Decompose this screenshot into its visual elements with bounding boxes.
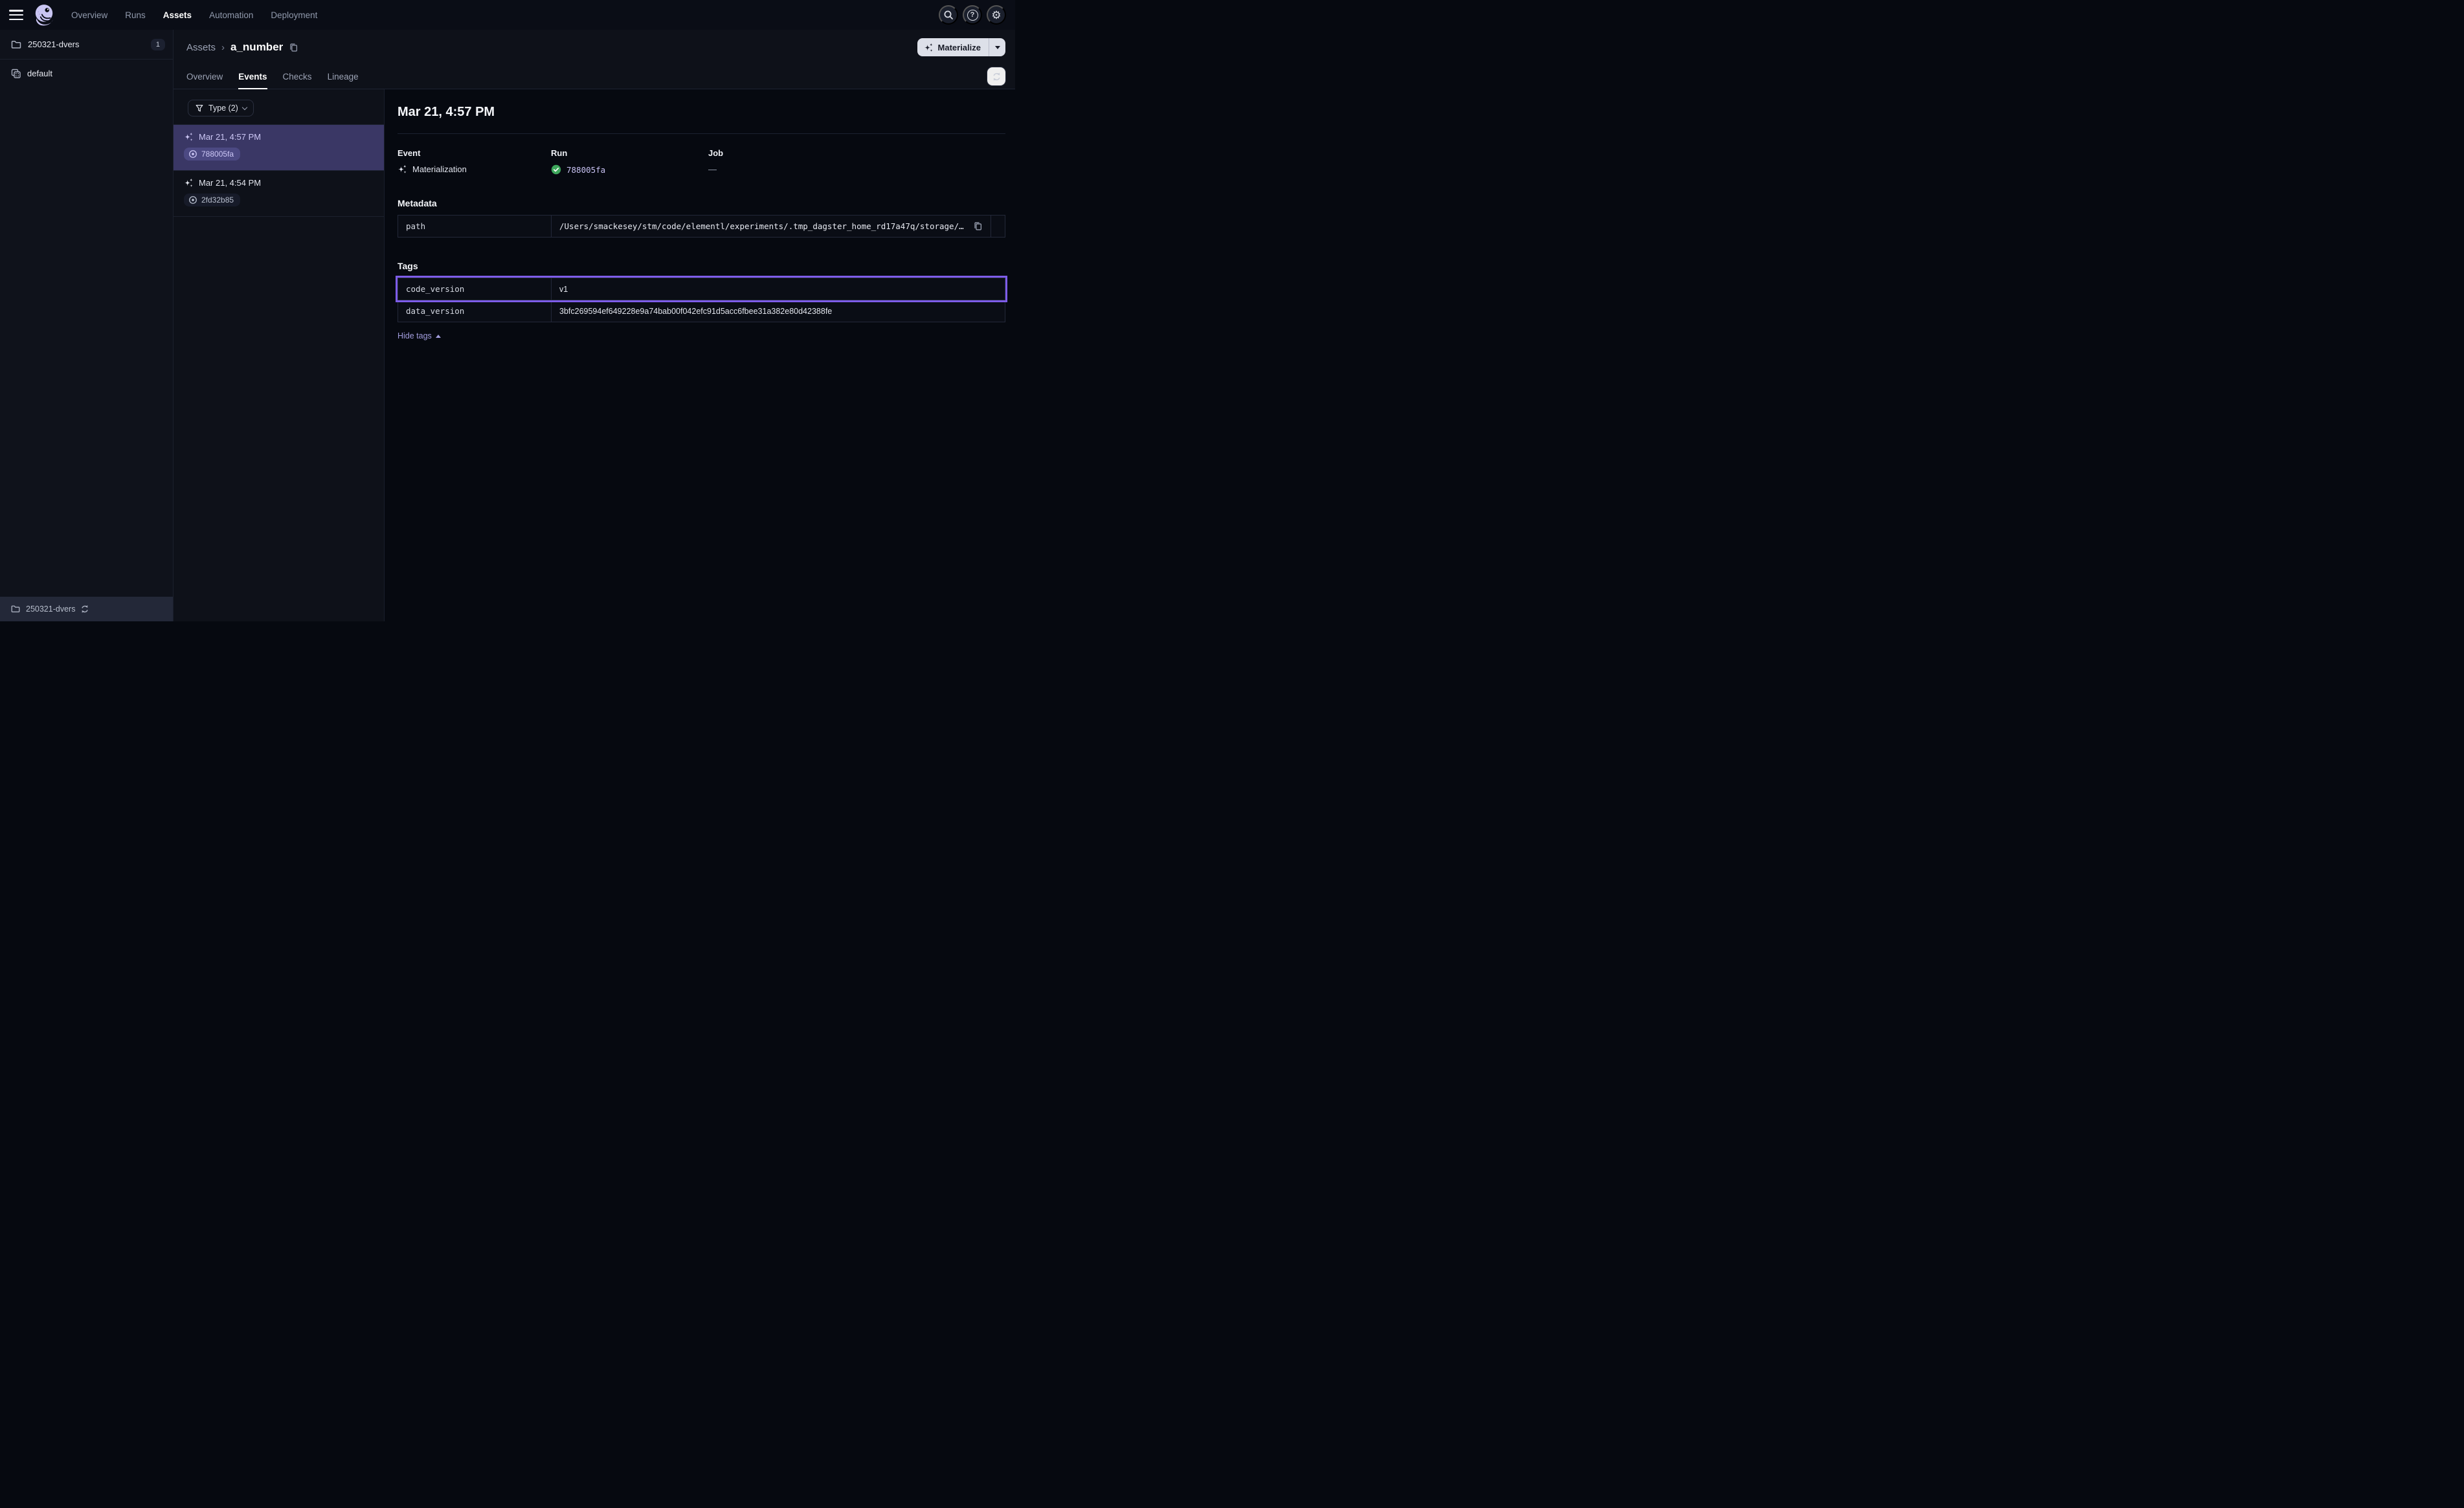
- page-header: Assets › a_number Materialize: [174, 30, 1015, 65]
- nav-item-overview[interactable]: Overview: [67, 8, 111, 23]
- materialize-button[interactable]: Materialize: [917, 38, 989, 56]
- help-icon: ?: [967, 10, 978, 21]
- run-column-label: Run: [551, 148, 708, 158]
- caret-down-icon: [995, 46, 1000, 49]
- tab-lineage[interactable]: Lineage: [328, 65, 359, 89]
- job-column-label: Job: [708, 148, 1005, 158]
- help-button[interactable]: ?: [963, 5, 982, 25]
- metadata-table: path /Users/smackesey/stm/code/elementl/…: [398, 215, 1005, 238]
- breadcrumb-separator: ›: [221, 42, 225, 53]
- refresh-button[interactable]: [987, 67, 1006, 86]
- materialization-sparkle-icon: [184, 178, 194, 188]
- tab-checks[interactable]: Checks: [283, 65, 312, 89]
- event-detail-panel: Mar 21, 4:57 PM Event Materialization Ru…: [385, 89, 1015, 621]
- sparkle-icon: [924, 43, 934, 52]
- folder-icon: [10, 604, 21, 614]
- metadata-path-link[interactable]: /Users/smackesey/stm/code/elementl/exper…: [559, 221, 968, 231]
- event-list-panel: Type (2) Mar 21, 4:57 PM 788005fa: [174, 89, 385, 621]
- materialize-split-button: Materialize: [917, 38, 1005, 56]
- asset-group-icon: [10, 68, 21, 79]
- tag-key: data_version: [398, 300, 552, 322]
- sidebar-item-code-location[interactable]: 250321-dvers 1: [0, 30, 173, 60]
- tab-events[interactable]: Events: [238, 65, 267, 89]
- top-nav: Overview Runs Assets Automation Deployme…: [0, 0, 1015, 30]
- asset-tabs: Overview Events Checks Lineage: [174, 65, 1015, 89]
- folder-icon: [10, 39, 22, 50]
- event-column-label: Event: [398, 148, 551, 158]
- tags-heading: Tags: [398, 261, 1005, 271]
- search-button[interactable]: [939, 5, 958, 25]
- search-icon: [943, 10, 954, 20]
- run-status-icon: [188, 150, 197, 159]
- run-id-pill[interactable]: 788005fa: [184, 148, 240, 161]
- materialization-sparkle-icon: [184, 132, 194, 142]
- run-success-icon: [551, 164, 561, 175]
- code-location-label: 250321-dvers: [28, 39, 145, 49]
- gear-icon: ⚙: [991, 10, 1001, 21]
- materialization-sparkle-icon: [398, 164, 407, 174]
- tag-value: 3bfc269594ef649228e9a74bab00f042efc91d5a…: [552, 300, 1005, 322]
- event-list: Mar 21, 4:57 PM 788005fa Mar 21, 4:54 PM: [174, 124, 384, 217]
- chevron-down-icon: [242, 104, 247, 109]
- nav-item-assets[interactable]: Assets: [159, 8, 196, 23]
- nav-item-deployment[interactable]: Deployment: [267, 8, 321, 23]
- run-id-label: 2fd32b85: [201, 195, 234, 205]
- footer-code-location-label: 250321-dvers: [26, 604, 75, 614]
- table-gutter: [991, 216, 1005, 237]
- hamburger-menu-icon[interactable]: [9, 10, 23, 20]
- event-type-value: Materialization: [412, 164, 467, 174]
- group-label: default: [27, 69, 165, 78]
- divider: [398, 133, 1005, 134]
- materialize-label: Materialize: [938, 43, 981, 52]
- job-value: —: [708, 164, 717, 174]
- type-filter-button[interactable]: Type (2): [188, 100, 254, 116]
- reload-location-icon[interactable]: [80, 604, 89, 614]
- metadata-heading: Metadata: [398, 198, 1005, 208]
- tab-overview[interactable]: Overview: [186, 65, 223, 89]
- tag-value: v1: [552, 278, 1005, 300]
- event-timestamp: Mar 21, 4:57 PM: [199, 132, 261, 142]
- copy-asset-name-button[interactable]: [289, 43, 298, 52]
- copy-path-button[interactable]: [973, 221, 983, 231]
- hide-tags-label: Hide tags: [398, 331, 432, 340]
- primary-nav: Overview Runs Assets Automation Deployme…: [67, 8, 321, 23]
- run-id-pill[interactable]: 2fd32b85: [184, 194, 240, 206]
- run-id-link[interactable]: 788005fa: [566, 165, 605, 175]
- tags-table: code_version v1 data_version 3bfc269594e…: [398, 278, 1005, 322]
- breadcrumb-assets[interactable]: Assets: [186, 42, 216, 53]
- table-row: path /Users/smackesey/stm/code/elementl/…: [398, 216, 1005, 237]
- tag-key: code_version: [398, 278, 552, 300]
- hide-tags-button[interactable]: Hide tags: [398, 331, 441, 340]
- nav-actions: ? ⚙: [939, 5, 1006, 25]
- nav-item-runs[interactable]: Runs: [121, 8, 150, 23]
- table-row-code-version: code_version v1: [398, 278, 1005, 300]
- page-title: a_number: [230, 41, 283, 54]
- asset-catalog-sidebar: 250321-dvers 1 default 250321-dvers: [0, 30, 174, 621]
- run-id-label: 788005fa: [201, 150, 234, 159]
- dagster-logo-icon[interactable]: [32, 3, 56, 27]
- materialize-dropdown-button[interactable]: [989, 38, 1005, 56]
- sidebar-item-group-default[interactable]: default: [0, 60, 173, 87]
- event-timestamp: Mar 21, 4:54 PM: [199, 178, 261, 188]
- caret-up-icon: [436, 335, 441, 338]
- asset-count-badge: 1: [151, 39, 165, 50]
- event-list-item-selected[interactable]: Mar 21, 4:57 PM 788005fa: [174, 125, 384, 171]
- metadata-key: path: [398, 216, 552, 237]
- sidebar-footer-code-location[interactable]: 250321-dvers: [0, 597, 173, 621]
- type-filter-label: Type (2): [208, 104, 238, 113]
- event-list-item[interactable]: Mar 21, 4:54 PM 2fd32b85: [174, 171, 384, 217]
- nav-item-automation[interactable]: Automation: [205, 8, 257, 23]
- settings-button[interactable]: ⚙: [987, 5, 1006, 25]
- sync-icon: [992, 72, 1002, 82]
- event-detail-title: Mar 21, 4:57 PM: [398, 105, 1005, 120]
- table-row-data-version: data_version 3bfc269594ef649228e9a74bab0…: [398, 300, 1005, 322]
- event-summary-grid: Event Materialization Run 788005fa: [398, 148, 1005, 175]
- run-status-icon: [188, 195, 197, 205]
- filter-funnel-icon: [195, 104, 204, 113]
